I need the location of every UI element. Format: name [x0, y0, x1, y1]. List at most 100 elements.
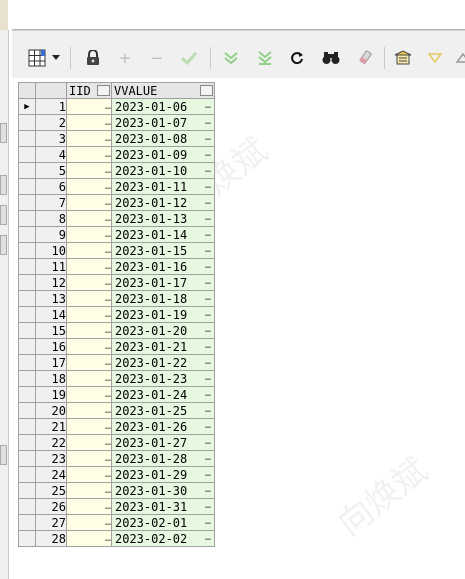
- cell-ellipsis-button[interactable]: …: [205, 276, 211, 290]
- iid-cell[interactable]: …: [66, 354, 112, 371]
- table-row[interactable]: 8… 2023-01-13…: [18, 210, 215, 227]
- cell-ellipsis-button[interactable]: …: [105, 149, 111, 160]
- vvalue-cell[interactable]: 2023-01-31…: [111, 498, 215, 515]
- find-icon[interactable]: [320, 47, 342, 69]
- table-row[interactable]: 28… 2023-02-02…: [18, 530, 215, 547]
- table-row[interactable]: 19… 2023-01-24…: [18, 386, 215, 403]
- cell-ellipsis-button[interactable]: …: [205, 164, 211, 178]
- vvalue-cell[interactable]: 2023-01-24…: [111, 386, 215, 403]
- cell-ellipsis-button[interactable]: …: [105, 405, 111, 416]
- column-header-vvalue[interactable]: VVALUE: [111, 82, 215, 99]
- cell-ellipsis-button[interactable]: …: [205, 484, 211, 498]
- cell-ellipsis-button[interactable]: …: [205, 308, 211, 322]
- table-row[interactable]: 11… 2023-01-16…: [18, 258, 215, 275]
- column-menu-button[interactable]: [200, 85, 213, 96]
- cell-ellipsis-button[interactable]: …: [105, 373, 111, 384]
- left-panel-button[interactable]: [0, 235, 7, 255]
- cell-ellipsis-button[interactable]: …: [105, 165, 111, 176]
- vvalue-cell[interactable]: 2023-01-12…: [111, 194, 215, 211]
- cell-ellipsis-button[interactable]: …: [205, 148, 211, 162]
- cell-ellipsis-button[interactable]: …: [205, 260, 211, 274]
- iid-cell[interactable]: …: [66, 274, 112, 291]
- iid-cell[interactable]: …: [66, 370, 112, 387]
- cell-ellipsis-button[interactable]: …: [205, 420, 211, 434]
- iid-cell[interactable]: …: [66, 466, 112, 483]
- cell-ellipsis-button[interactable]: …: [205, 404, 211, 418]
- table-row[interactable]: 4… 2023-01-09…: [18, 146, 215, 163]
- post-edit-icon[interactable]: [178, 47, 200, 69]
- fetch-last-page-icon[interactable]: [254, 47, 276, 69]
- cell-ellipsis-button[interactable]: …: [105, 453, 111, 464]
- vvalue-cell[interactable]: 2023-01-16…: [111, 258, 215, 275]
- cell-ellipsis-button[interactable]: …: [105, 277, 111, 288]
- iid-cell[interactable]: …: [66, 450, 112, 467]
- vvalue-cell[interactable]: 2023-02-01…: [111, 514, 215, 531]
- filter-icon[interactable]: [424, 47, 446, 69]
- table-row[interactable]: 20… 2023-01-25…: [18, 402, 215, 419]
- vvalue-cell[interactable]: 2023-01-21…: [111, 338, 215, 355]
- cell-ellipsis-button[interactable]: …: [105, 293, 111, 304]
- cell-ellipsis-button[interactable]: …: [205, 452, 211, 466]
- cell-ellipsis-button[interactable]: …: [205, 356, 211, 370]
- iid-cell[interactable]: …: [66, 514, 112, 531]
- vvalue-cell[interactable]: 2023-01-13…: [111, 210, 215, 227]
- cell-ellipsis-button[interactable]: …: [105, 197, 111, 208]
- vvalue-cell[interactable]: 2023-01-30…: [111, 482, 215, 499]
- cell-ellipsis-button[interactable]: …: [105, 133, 111, 144]
- iid-cell[interactable]: …: [66, 258, 112, 275]
- lock-icon[interactable]: [82, 47, 104, 69]
- clear-icon[interactable]: [354, 47, 376, 69]
- cell-ellipsis-button[interactable]: …: [205, 228, 211, 242]
- cell-ellipsis-button[interactable]: …: [205, 324, 211, 338]
- vvalue-cell[interactable]: 2023-01-27…: [111, 434, 215, 451]
- table-row[interactable]: 22… 2023-01-27…: [18, 434, 215, 451]
- cell-ellipsis-button[interactable]: …: [105, 501, 111, 512]
- vvalue-cell[interactable]: 2023-01-19…: [111, 306, 215, 323]
- cell-ellipsis-button[interactable]: …: [205, 516, 211, 530]
- cell-ellipsis-button[interactable]: …: [205, 116, 211, 130]
- iid-cell[interactable]: …: [66, 162, 112, 179]
- grid-view-icon[interactable]: [26, 47, 48, 69]
- vvalue-cell[interactable]: 2023-01-10…: [111, 162, 215, 179]
- export-icon[interactable]: [392, 47, 414, 69]
- cell-ellipsis-button[interactable]: …: [205, 212, 211, 226]
- cell-ellipsis-button[interactable]: …: [205, 132, 211, 146]
- delete-record-icon[interactable]: −: [146, 47, 168, 69]
- cell-ellipsis-button[interactable]: …: [105, 485, 111, 496]
- cell-ellipsis-button[interactable]: …: [205, 372, 211, 386]
- cell-ellipsis-button[interactable]: …: [105, 229, 111, 240]
- cell-ellipsis-button[interactable]: …: [205, 388, 211, 402]
- cell-ellipsis-button[interactable]: …: [105, 357, 111, 368]
- column-header-iid[interactable]: IID: [66, 82, 112, 99]
- table-row[interactable]: 21… 2023-01-26…: [18, 418, 215, 435]
- refresh-icon[interactable]: [286, 47, 308, 69]
- vvalue-cell[interactable]: 2023-01-29…: [111, 466, 215, 483]
- table-row[interactable]: 10… 2023-01-15…: [18, 242, 215, 259]
- table-row[interactable]: 5… 2023-01-10…: [18, 162, 215, 179]
- cell-ellipsis-button[interactable]: …: [105, 181, 111, 192]
- add-record-icon[interactable]: +: [114, 47, 136, 69]
- table-row[interactable]: 14… 2023-01-19…: [18, 306, 215, 323]
- vvalue-cell[interactable]: 2023-01-18…: [111, 290, 215, 307]
- iid-cell[interactable]: …: [66, 242, 112, 259]
- sort-icon[interactable]: [452, 47, 465, 69]
- cell-ellipsis-button[interactable]: …: [105, 341, 111, 352]
- vvalue-cell[interactable]: 2023-01-20…: [111, 322, 215, 339]
- iid-cell[interactable]: …: [66, 530, 112, 547]
- vvalue-cell[interactable]: 2023-01-06…: [111, 98, 215, 115]
- iid-cell[interactable]: …: [66, 178, 112, 195]
- vvalue-cell[interactable]: 2023-01-25…: [111, 402, 215, 419]
- vvalue-cell[interactable]: 2023-01-14…: [111, 226, 215, 243]
- cell-ellipsis-button[interactable]: …: [105, 533, 111, 544]
- vvalue-cell[interactable]: 2023-01-07…: [111, 114, 215, 131]
- iid-cell[interactable]: …: [66, 322, 112, 339]
- dropdown-arrow-icon[interactable]: [50, 47, 62, 69]
- left-panel-button[interactable]: [0, 175, 7, 195]
- table-row[interactable]: 3… 2023-01-08…: [18, 130, 215, 147]
- cell-ellipsis-button[interactable]: …: [105, 245, 111, 256]
- cell-ellipsis-button[interactable]: …: [205, 500, 211, 514]
- iid-cell[interactable]: …: [66, 402, 112, 419]
- table-row[interactable]: ▶ 1… 2023-01-06…: [18, 98, 215, 115]
- vvalue-cell[interactable]: 2023-01-17…: [111, 274, 215, 291]
- sql-editor-area[interactable]: [12, 0, 465, 30]
